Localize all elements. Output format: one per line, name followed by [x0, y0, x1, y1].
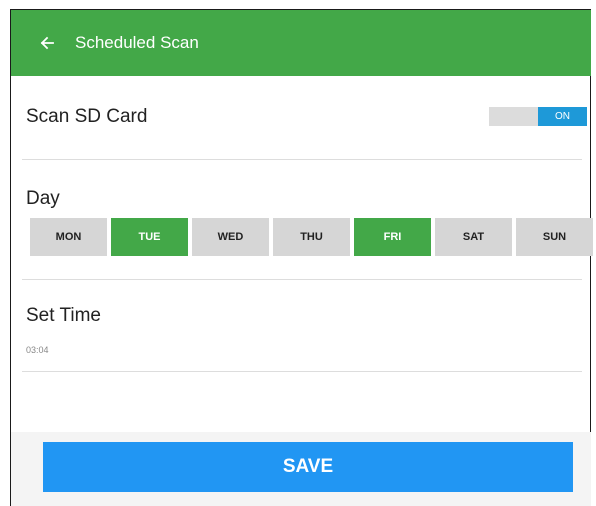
scan-sd-card-label: Scan SD Card — [26, 106, 148, 127]
save-button[interactable]: SAVE — [43, 442, 573, 492]
day-button-sun[interactable]: SUN — [516, 218, 593, 256]
page-title: Scheduled Scan — [75, 33, 199, 52]
day-label: Day — [26, 188, 60, 209]
day-button-fri[interactable]: FRI — [354, 218, 431, 256]
day-button-wed[interactable]: WED — [192, 218, 269, 256]
app-bar: Scheduled Scan — [11, 10, 591, 76]
day-button-mon[interactable]: MON — [30, 218, 107, 256]
day-button-thu[interactable]: THU — [273, 218, 350, 256]
day-selector: MON TUE WED THU FRI SAT SUN — [30, 218, 593, 256]
divider — [22, 279, 582, 280]
day-button-sat[interactable]: SAT — [435, 218, 512, 256]
scan-sd-card-toggle[interactable]: ON — [489, 107, 587, 126]
arrow-left-icon[interactable] — [39, 35, 55, 51]
day-button-tue[interactable]: TUE — [111, 218, 188, 256]
scheduled-scan-screen: Scheduled Scan Scan SD Card ON Day MON T… — [0, 0, 596, 506]
divider — [22, 371, 582, 372]
set-time-value: 03:04 — [26, 345, 49, 355]
toggle-on-label: ON — [538, 107, 587, 126]
set-time-label[interactable]: Set Time — [26, 305, 101, 327]
divider — [22, 159, 582, 160]
